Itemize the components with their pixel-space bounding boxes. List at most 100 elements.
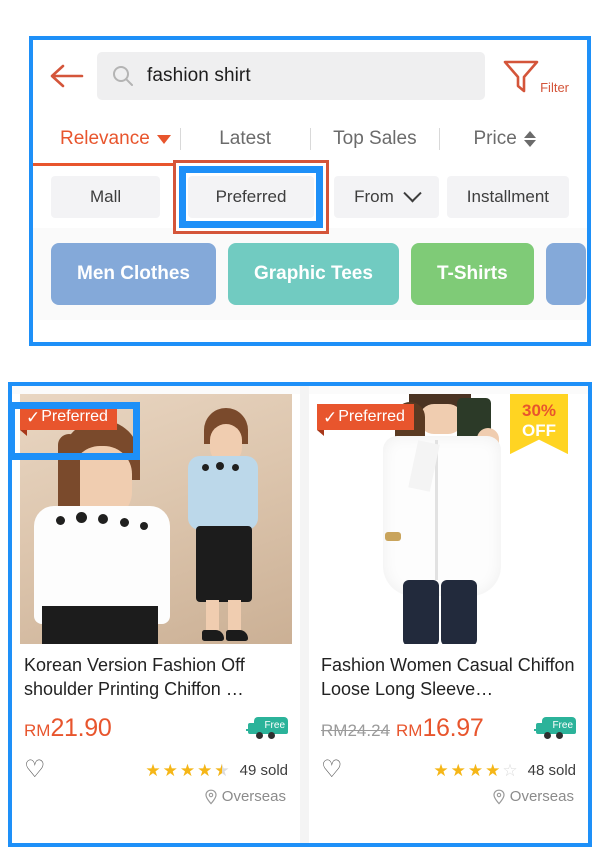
discount-badge-percent: 30% <box>521 401 557 420</box>
free-shipping-badge: Free <box>246 717 288 741</box>
truck-wheel-icon <box>268 732 275 739</box>
product-meta-row: ♡ ★ ★ ★ ★ ☆ 48 sold <box>321 756 576 784</box>
tab-relevance[interactable]: Relevance <box>51 128 180 150</box>
tab-price-label: Price <box>473 128 517 149</box>
filter-chip-from-label: From <box>354 187 394 206</box>
product-photo-illustration <box>20 394 292 644</box>
star-icon: ★ <box>485 760 501 780</box>
category-chip-graphic-tees-label: Graphic Tees <box>253 263 373 284</box>
product-meta-row: ♡ ★ ★ ★ ★ ★ 49 sold <box>24 756 288 784</box>
back-arrow-icon[interactable] <box>45 54 89 98</box>
product-image[interactable]: ✓ Preferred <box>20 394 292 644</box>
filter-button[interactable]: Filter <box>499 55 573 97</box>
tab-price[interactable]: Price <box>440 128 569 150</box>
location-pin-icon <box>205 789 217 804</box>
search-glyph <box>113 66 133 86</box>
search-bar-row: fashion shirt Filter <box>33 40 587 112</box>
product-details: Fashion Women Casual Chiffon Loose Long … <box>309 644 588 843</box>
product-location-row: Overseas <box>321 788 576 805</box>
tab-relevance-label: Relevance <box>59 128 150 149</box>
filter-chip-installment-label: Installment <box>466 187 549 206</box>
star-empty-icon: ☆ <box>502 760 518 780</box>
product-image[interactable]: ✓ Preferred 30% OFF <box>317 394 580 644</box>
heart-outline-icon[interactable]: ♡ <box>321 758 343 782</box>
location-label: Overseas <box>509 788 574 805</box>
location-label: Overseas <box>221 788 286 805</box>
filter-chips-row: Mall Preferred From Installment <box>33 160 587 234</box>
product-details: Korean Version Fashion Off shoulder Prin… <box>12 644 300 843</box>
card-top-spacer <box>309 386 588 394</box>
preferred-badge: ✓ Preferred <box>20 404 117 436</box>
price-currency: RM <box>24 721 51 740</box>
tab-top-sales-label: Top Sales <box>333 128 417 149</box>
search-icon <box>111 63 137 89</box>
filter-chip-mall[interactable]: Mall <box>51 176 161 218</box>
sort-updown-icon <box>523 131 536 147</box>
filter-chip-preferred-label: Preferred <box>215 187 287 206</box>
back-arrow-glyph <box>50 64 84 88</box>
category-chip-men-clothes-label: Men Clothes <box>77 263 190 284</box>
price-value: 21.90 <box>50 714 112 742</box>
filter-chip-preferred[interactable]: Preferred <box>188 176 314 218</box>
sold-count: 49 sold <box>239 761 288 779</box>
preferred-badge-label: Preferred <box>41 408 108 425</box>
heart-outline-icon[interactable]: ♡ <box>24 758 46 782</box>
star-icon: ★ <box>179 760 196 780</box>
category-chip-t-shirts[interactable]: T-Shirts <box>410 243 534 305</box>
search-filter-panel: fashion shirt Filter Relevance Latest To… <box>29 36 591 346</box>
category-chip-t-shirts-label: T-Shirts <box>436 263 508 284</box>
star-icon: ★ <box>197 760 213 780</box>
filter-chip-from[interactable]: From <box>334 176 439 218</box>
tab-latest-label: Latest <box>219 128 271 149</box>
product-card[interactable]: ✓ Preferred 30% OFF Fashion Women Casual… <box>300 386 588 843</box>
product-price-row: RM 21.90 Free <box>24 714 288 744</box>
category-chip-next-partial[interactable] <box>545 243 586 305</box>
free-shipping-label: Free <box>552 720 573 731</box>
star-icon: ★ <box>467 760 484 780</box>
funnel-icon <box>503 60 539 93</box>
rating-stars: ★ ★ ★ ★ ☆ <box>433 762 517 779</box>
discount-badge-off: OFF <box>522 420 556 440</box>
chevron-down-icon <box>156 134 171 144</box>
product-title: Fashion Women Casual Chiffon Loose Long … <box>321 655 575 699</box>
price-currency: RM <box>395 721 423 740</box>
chevron-down-icon <box>403 183 422 202</box>
check-icon: ✓ <box>323 407 338 427</box>
product-card[interactable]: ✓ Preferred Korean Version Fashion Off s… <box>12 386 300 843</box>
check-icon: ✓ <box>26 407 41 427</box>
truck-wheel-icon <box>556 732 563 739</box>
truck-wheel-icon <box>256 732 263 739</box>
tab-top-sales[interactable]: Top Sales <box>311 128 440 150</box>
star-half-icon: ★ <box>214 762 229 779</box>
product-location-row: Overseas <box>24 788 288 805</box>
sold-count: 48 sold <box>527 761 576 779</box>
filter-chip-installment[interactable]: Installment <box>446 176 569 218</box>
filter-chip-mall-label: Mall <box>89 187 122 206</box>
location-pin-icon <box>493 789 505 804</box>
product-results-grid: ✓ Preferred Korean Version Fashion Off s… <box>8 382 592 847</box>
truck-wheel-icon <box>544 732 551 739</box>
preferred-badge: ✓ Preferred <box>317 404 414 436</box>
product-title: Korean Version Fashion Off shoulder Prin… <box>24 655 245 699</box>
search-input-value: fashion shirt <box>147 65 251 86</box>
sort-tabs-row: Relevance Latest Top Sales Price <box>33 112 587 166</box>
category-chips-row: Men Clothes Graphic Tees T-Shirts <box>33 228 587 320</box>
free-shipping-label: Free <box>264 720 285 731</box>
card-top-spacer <box>12 386 300 394</box>
filter-label: Filter <box>540 80 569 95</box>
rating-stars: ★ ★ ★ ★ ★ <box>145 762 229 779</box>
search-input[interactable]: fashion shirt <box>97 52 486 100</box>
star-icon: ★ <box>145 760 161 780</box>
category-chip-graphic-tees[interactable]: Graphic Tees <box>227 243 399 305</box>
star-icon: ★ <box>450 760 466 780</box>
preferred-badge-label: Preferred <box>338 408 405 425</box>
star-icon: ★ <box>162 760 178 780</box>
star-icon: ★ <box>433 760 449 780</box>
free-shipping-badge: Free <box>534 717 576 741</box>
price-value: 16.97 <box>422 714 484 742</box>
preferred-chip-highlight: Preferred <box>173 160 329 234</box>
original-price: RM24.24 <box>321 721 390 740</box>
tab-latest[interactable]: Latest <box>181 128 310 150</box>
product-price-row: RM24.24 RM 16.97 Free <box>321 714 576 744</box>
category-chip-men-clothes[interactable]: Men Clothes <box>51 243 216 305</box>
